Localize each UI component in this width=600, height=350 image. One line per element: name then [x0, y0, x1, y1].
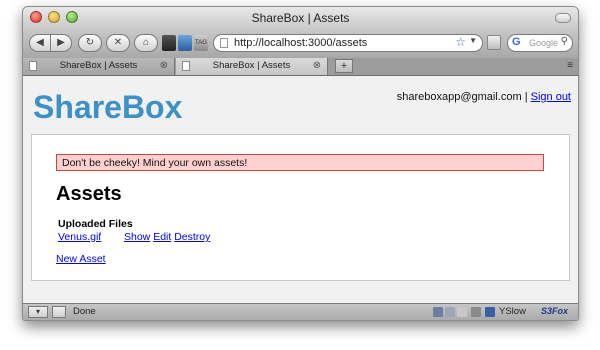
reload-icon: ↻	[85, 37, 95, 48]
back-arrow-icon: ◀	[36, 37, 44, 48]
addon-icon-3[interactable]	[457, 307, 467, 317]
google-engine-icon[interactable]: G	[512, 36, 521, 48]
new-asset-link[interactable]: New Asset	[56, 253, 106, 265]
new-tab-button[interactable]: +	[335, 59, 353, 73]
assets-panel: Don't be cheeky! Mind your own assets! A…	[31, 134, 570, 281]
tab-bar: ShareBox | Assets ⊗ ShareBox | Assets ⊗ …	[23, 58, 578, 76]
separator: |	[524, 91, 528, 103]
addon-icon-2[interactable]	[445, 307, 455, 317]
extension-icon-2[interactable]	[178, 35, 192, 51]
user-area: shareboxapp@gmail.com | Sign out	[397, 91, 571, 103]
addon-icon-1[interactable]	[433, 307, 443, 317]
tab-label: ShareBox | Assets	[212, 60, 291, 71]
navigation-toolbar: ◀ ▶ ↻ ✕ ⌂ TAG http://localhost:3000/asse…	[23, 29, 578, 59]
tools-icon[interactable]: ▾	[28, 306, 48, 318]
forward-arrow-icon: ▶	[57, 37, 65, 48]
toolbar-toggle-button[interactable]	[555, 13, 571, 23]
yslow-icon[interactable]	[485, 307, 495, 317]
extension-icon-1[interactable]	[162, 35, 176, 51]
window-title: ShareBox | Assets	[251, 11, 350, 25]
user-email: shareboxapp@gmail.com	[396, 91, 522, 103]
magnifier-icon[interactable]: ⚲	[561, 36, 568, 47]
new-asset-row: New Asset	[56, 253, 106, 265]
stop-button[interactable]: ✕	[106, 34, 130, 52]
file-name-link[interactable]: Venus.gif	[58, 231, 101, 243]
browser-window: ShareBox | Assets ◀ ▶ ↻ ✕ ⌂ TAG http://l…	[22, 6, 579, 321]
tab-1[interactable]: ShareBox | Assets ⊗	[23, 58, 175, 75]
show-link[interactable]: Show	[124, 231, 150, 243]
tab-2-active[interactable]: ShareBox | Assets ⊗	[176, 58, 328, 75]
forward-button[interactable]: ▶	[50, 34, 72, 52]
addon-icon-4[interactable]	[471, 307, 481, 317]
uploaded-files-header: Uploaded Files	[58, 218, 133, 230]
file-row: Venus.gif	[58, 231, 101, 243]
page-icon	[220, 38, 228, 48]
site-logo[interactable]: ShareBox	[33, 89, 182, 126]
destroy-link[interactable]: Destroy	[174, 231, 210, 243]
star-icon[interactable]: ☆	[455, 35, 466, 49]
title-bar: ShareBox | Assets	[23, 7, 578, 29]
search-bar[interactable]: G Google ⚲	[507, 34, 573, 52]
reload-button[interactable]: ↻	[78, 34, 102, 52]
page-title: Assets	[56, 183, 122, 205]
search-placeholder[interactable]: Google	[529, 38, 558, 48]
url-dropdown-icon[interactable]: ▼	[469, 36, 477, 45]
address-bar[interactable]: http://localhost:3000/assets ☆ ▼	[213, 34, 483, 52]
file-actions: Show Edit Destroy	[124, 231, 210, 243]
tag-extension-icon[interactable]: TAG	[194, 35, 208, 51]
sign-out-link[interactable]: Sign out	[531, 91, 571, 103]
tag-extension-label: TAG	[195, 40, 207, 46]
view-icon[interactable]	[52, 306, 66, 318]
edit-link[interactable]: Edit	[153, 231, 171, 243]
status-text: Done	[73, 306, 96, 317]
tab-list-icon[interactable]: ≡	[567, 60, 573, 71]
yslow-label[interactable]: YSlow	[499, 306, 526, 317]
home-icon: ⌂	[142, 37, 150, 48]
status-bar: ▾ Done YSlow S3Fox	[23, 303, 578, 320]
stop-icon: ✕	[113, 37, 123, 48]
tab-close-icon[interactable]: ⊗	[160, 60, 168, 71]
back-button[interactable]: ◀	[29, 34, 51, 52]
tab-close-icon[interactable]: ⊗	[313, 60, 321, 71]
home-button[interactable]: ⌂	[134, 34, 158, 52]
page-content: ShareBox shareboxapp@gmail.com | Sign ou…	[23, 76, 578, 303]
flash-error-message: Don't be cheeky! Mind your own assets!	[56, 154, 544, 171]
tab-label: ShareBox | Assets	[59, 60, 138, 71]
s3fox-label[interactable]: S3Fox	[541, 306, 568, 316]
url-text[interactable]: http://localhost:3000/assets	[234, 37, 367, 49]
pencil-extension-icon[interactable]	[487, 35, 501, 50]
